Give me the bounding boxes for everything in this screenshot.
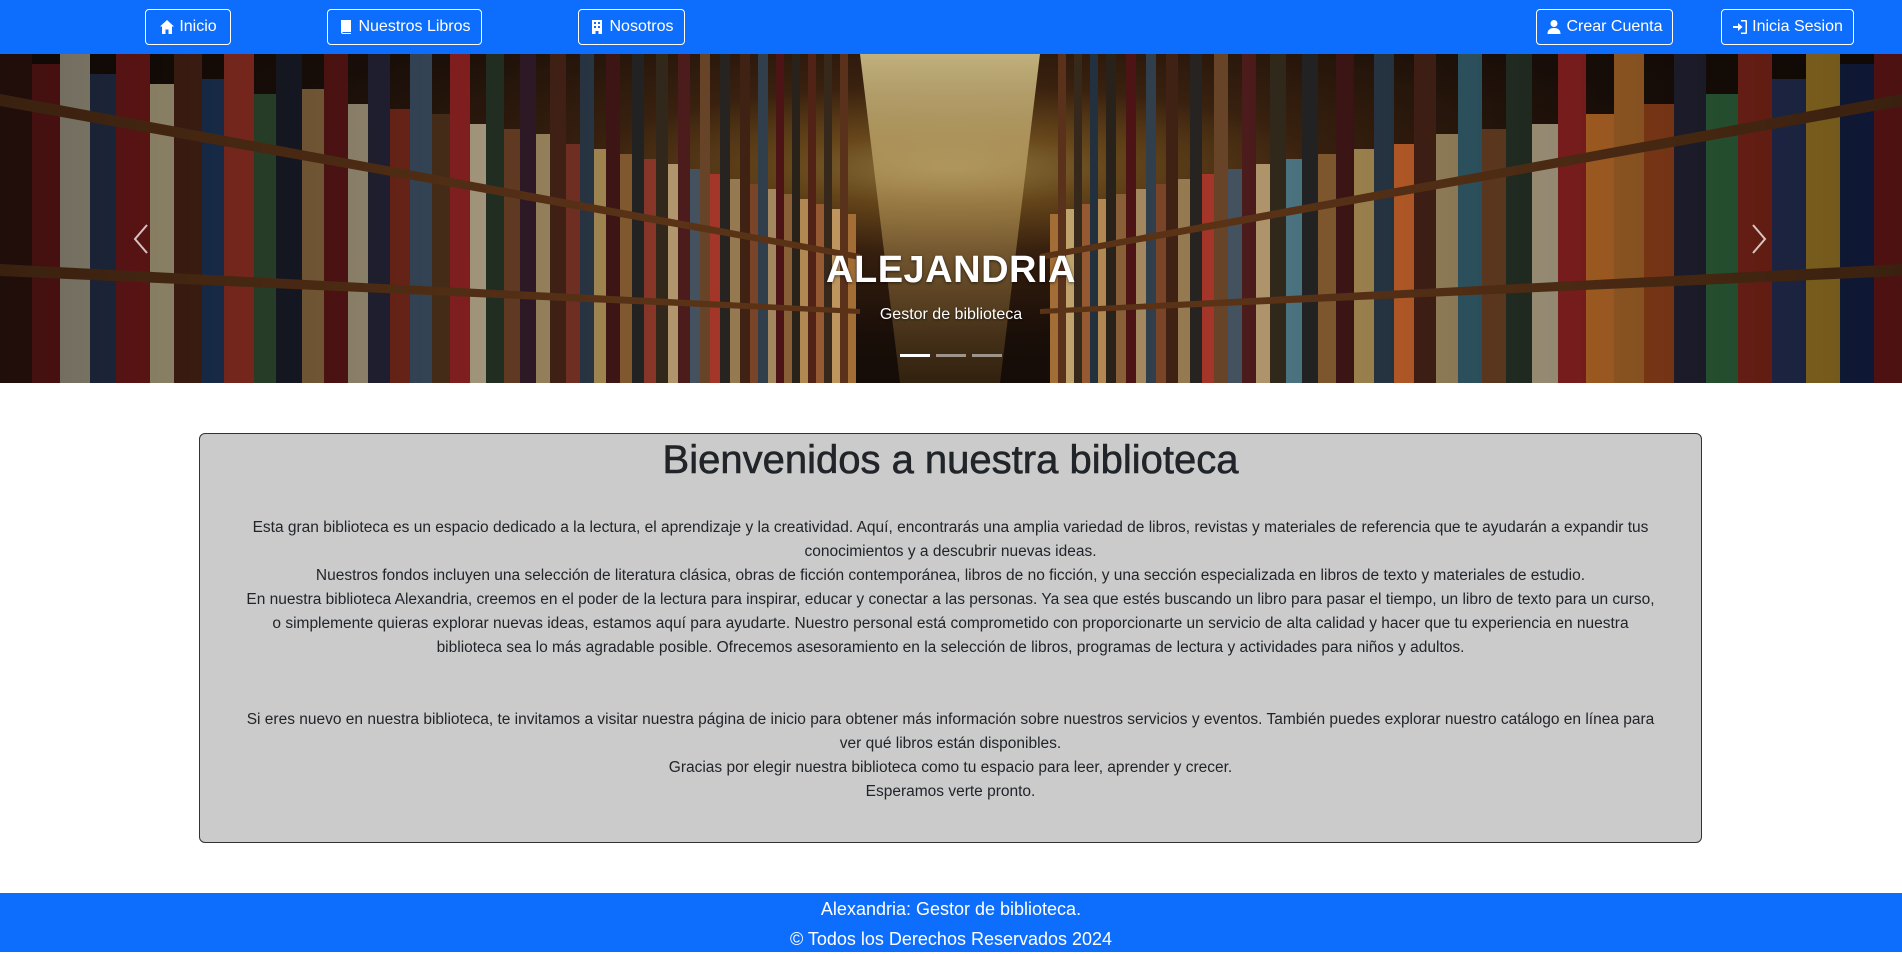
inicia-sesion-button[interactable]: Inicia Sesion: [1721, 9, 1854, 45]
nav-nosotros-label: Nosotros: [609, 18, 674, 35]
page-footer: Alexandria: Gestor de biblioteca. © Todo…: [0, 893, 1902, 952]
welcome-paragraph-3: En nuestra biblioteca Alexandria, creemo…: [246, 591, 1655, 656]
sign-in-icon: [1733, 20, 1748, 34]
welcome-card: Bienvenidos a nuestra biblioteca Esta gr…: [199, 433, 1702, 843]
building-icon: [592, 20, 603, 34]
hero-carousel: ALEJANDRIA Gestor de biblioteca: [0, 54, 1902, 383]
welcome-paragraph-5: Gracias por elegir nuestra biblioteca co…: [668, 759, 1233, 776]
nav-libros-label: Nuestros Libros: [358, 18, 471, 35]
book-icon: [341, 20, 352, 34]
carousel-indicator-1[interactable]: [900, 354, 930, 357]
carousel-title: ALEJANDRIA: [826, 249, 1076, 291]
inicia-sesion-label: Inicia Sesion: [1752, 18, 1843, 35]
carousel-indicators: [0, 354, 1902, 357]
home-icon: [160, 20, 175, 34]
footer-line-1: Alexandria: Gestor de biblioteca.: [820, 899, 1082, 919]
nav-inicio-button[interactable]: Inicio: [145, 9, 231, 45]
top-navbar: Inicio Nuestros Libros Nosotros Crear Cu…: [0, 0, 1902, 54]
nav-libros-button[interactable]: Nuestros Libros: [327, 9, 482, 45]
welcome-paragraph-4: Si eres nuevo en nuestra biblioteca, te …: [246, 711, 1655, 752]
nav-inicio-label: Inicio: [179, 18, 217, 35]
welcome-paragraph-2: Nuestros fondos incluyen una selección d…: [315, 567, 1586, 584]
user-icon: [1547, 20, 1561, 34]
welcome-body: Esta gran biblioteca es un espacio dedic…: [246, 516, 1656, 804]
library-shelves-image: [0, 54, 1902, 383]
nav-nosotros-button[interactable]: Nosotros: [578, 9, 685, 45]
welcome-paragraph-6: Esperamos verte pronto.: [865, 783, 1036, 800]
carousel-subtitle: Gestor de biblioteca: [879, 306, 1023, 323]
crear-cuenta-label: Crear Cuenta: [1566, 18, 1663, 35]
carousel-caption: ALEJANDRIA Gestor de biblioteca: [0, 249, 1902, 324]
carousel-indicator-3[interactable]: [972, 354, 1002, 357]
welcome-paragraph-1: Esta gran biblioteca es un espacio dedic…: [252, 519, 1649, 560]
footer-line-2: © Todos los Derechos Reservados 2024: [789, 929, 1113, 949]
crear-cuenta-button[interactable]: Crear Cuenta: [1536, 9, 1673, 45]
carousel-indicator-2[interactable]: [936, 354, 966, 357]
welcome-heading: Bienvenidos a nuestra biblioteca: [662, 438, 1239, 483]
